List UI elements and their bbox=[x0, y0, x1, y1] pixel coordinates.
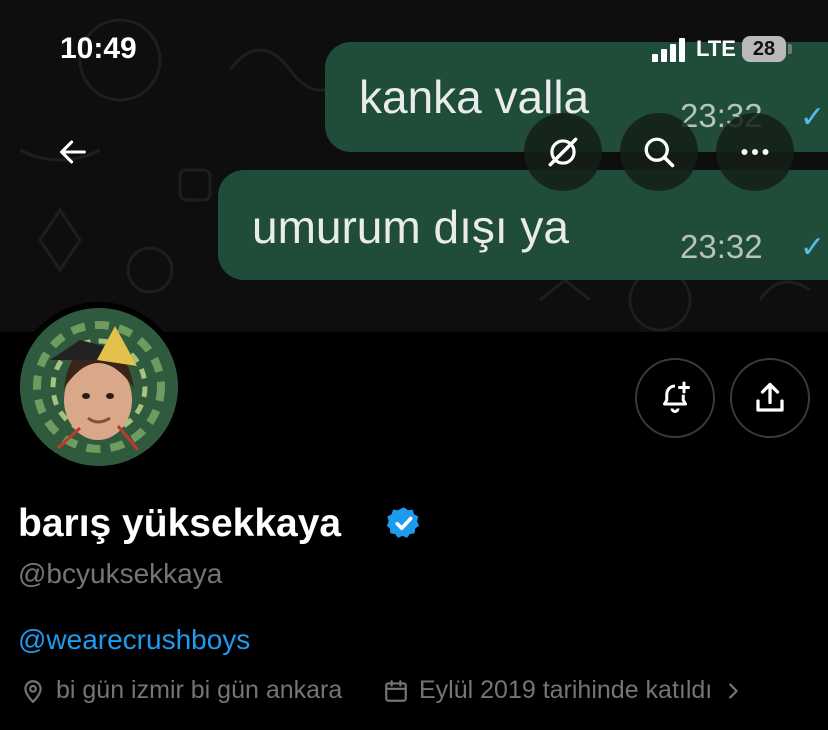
chat-message-text: umurum dışı ya bbox=[252, 201, 569, 253]
verified-badge-icon[interactable] bbox=[386, 505, 422, 541]
back-button[interactable] bbox=[34, 113, 112, 191]
bio-mention-link[interactable]: @wearecrushboys bbox=[18, 624, 250, 656]
more-icon bbox=[741, 149, 769, 155]
joined-text: Eylül 2019 tarihinde katıldı bbox=[419, 676, 713, 704]
location-text: bi gün izmir bi gün ankara bbox=[56, 676, 343, 704]
profile-joined-date[interactable]: Eylül 2019 tarihinde katıldı bbox=[383, 676, 744, 705]
share-button[interactable] bbox=[730, 358, 810, 438]
chat-message-time: 23:32 bbox=[680, 228, 763, 265]
bell-plus-icon bbox=[663, 381, 690, 413]
share-icon bbox=[756, 382, 784, 412]
back-arrow-icon bbox=[60, 140, 86, 164]
avatar-image bbox=[20, 308, 178, 466]
location-pin-icon bbox=[24, 679, 42, 703]
grok-icon bbox=[548, 137, 578, 167]
search-icon bbox=[644, 137, 675, 168]
status-time: 10:49 bbox=[60, 32, 137, 65]
chevron-right-icon bbox=[729, 682, 739, 699]
cellular-signal-icon bbox=[652, 38, 688, 62]
battery-icon: 28 bbox=[742, 36, 786, 62]
more-button[interactable] bbox=[716, 113, 794, 191]
read-ticks-icon: ✓✓ bbox=[800, 231, 828, 264]
calendar-icon bbox=[385, 679, 407, 702]
display-name: barış yüksekkaya bbox=[18, 502, 342, 545]
network-type: LTE bbox=[696, 36, 736, 61]
user-handle: @bcyuksekkaya bbox=[18, 558, 223, 589]
read-ticks-icon: ✓✓ bbox=[800, 101, 828, 134]
search-button[interactable] bbox=[620, 113, 698, 191]
profile-avatar[interactable] bbox=[14, 302, 184, 472]
status-bar: 10:49 LTE 28 bbox=[0, 0, 828, 96]
grok-button[interactable] bbox=[524, 113, 602, 191]
profile-location: bi gün izmir bi gün ankara bbox=[20, 676, 342, 705]
notifications-button[interactable] bbox=[635, 358, 715, 438]
battery-cap bbox=[788, 44, 792, 54]
